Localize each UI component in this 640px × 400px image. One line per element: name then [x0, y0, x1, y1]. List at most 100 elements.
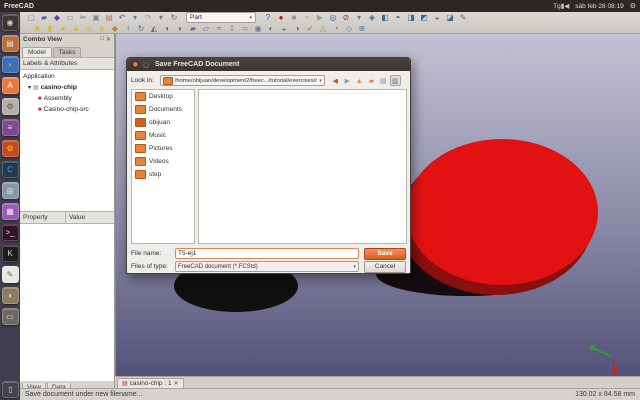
part-sweep-icon[interactable]: ≈: [214, 24, 224, 34]
part-cylinder-icon[interactable]: ▮: [45, 24, 55, 34]
c-app-icon[interactable]: C: [2, 161, 19, 178]
undo-dropdown-caret[interactable]: ▾: [130, 13, 140, 23]
part-compound-icon[interactable]: ◉: [253, 24, 263, 34]
part-shapebuilder-icon[interactable]: ◆: [110, 24, 120, 34]
save-icon[interactable]: ◆: [52, 13, 62, 23]
part-refine-shape-icon[interactable]: ◇: [344, 24, 354, 34]
place-item[interactable]: obijuan: [132, 116, 194, 129]
file-list-area[interactable]: [198, 89, 407, 244]
cut-icon[interactable]: ✂: [78, 13, 88, 23]
keyboard-layout-indicator[interactable]: Tg: [553, 3, 561, 10]
tree-item-document[interactable]: ▾ ▤ casino-chip: [20, 82, 114, 93]
dock-float-icon[interactable]: □: [100, 36, 104, 43]
media-app-icon[interactable]: ▦: [2, 203, 19, 220]
tree-item[interactable]: ■ Casino-chip-src: [20, 104, 114, 115]
place-item[interactable]: Pictures: [132, 142, 194, 155]
part-thickness-icon[interactable]: ◔: [331, 24, 341, 34]
purple-app-icon[interactable]: ≡: [2, 119, 19, 136]
part-boolean-cut-icon[interactable]: ◑: [292, 24, 302, 34]
volume-icon[interactable]: ◀: [564, 3, 569, 10]
place-item[interactable]: Music: [132, 129, 194, 142]
place-item[interactable]: Videos: [132, 155, 194, 168]
part-cross-sections-icon[interactable]: ≍: [240, 24, 250, 34]
dock-close-icon[interactable]: ✕: [106, 36, 111, 43]
view-rear-icon[interactable]: ◩: [419, 13, 429, 23]
clock[interactable]: sáb feb 28 08:19: [575, 3, 623, 10]
part-torus-icon[interactable]: ◎: [84, 24, 94, 34]
document-tab[interactable]: ▤ casino-chip : 1 ✕: [117, 378, 184, 388]
part-loft-icon[interactable]: ▱: [201, 24, 211, 34]
forward-button[interactable]: ▶: [342, 75, 353, 86]
close-icon[interactable]: ✕: [174, 380, 179, 387]
whats-this-icon[interactable]: ?: [263, 13, 273, 23]
inactive-folder-icon[interactable]: ▭: [2, 308, 19, 325]
trash-icon[interactable]: ▯: [2, 381, 19, 398]
dialog-window-button[interactable]: [143, 62, 149, 68]
place-item[interactable]: step: [132, 168, 194, 181]
view-top-icon[interactable]: ◓: [393, 13, 403, 23]
part-extrude-icon[interactable]: ↑: [123, 24, 133, 34]
view-bottom-icon[interactable]: ◒: [432, 13, 442, 23]
gimp-icon[interactable]: ◖: [2, 287, 19, 304]
system-settings-icon[interactable]: ⚙: [2, 98, 19, 115]
ubuntu-dash-icon[interactable]: ◉: [2, 14, 19, 31]
dialog-close-button[interactable]: [132, 61, 139, 68]
part-primitives-icon[interactable]: ◈: [97, 24, 107, 34]
macro-stop-icon[interactable]: ■: [289, 13, 299, 23]
text-editor-icon[interactable]: ✎: [2, 266, 19, 283]
place-item[interactable]: Desktop: [132, 90, 194, 103]
macro-play-icon[interactable]: ▶: [315, 13, 325, 23]
cancel-button[interactable]: Cancel: [364, 261, 406, 273]
part-cone-icon[interactable]: ▲: [71, 24, 81, 34]
open-folder-icon[interactable]: ▰: [39, 13, 49, 23]
browser-swirl-icon[interactable]: ◎: [2, 182, 19, 199]
part-defeaturing-icon[interactable]: ◬: [318, 24, 328, 34]
macro-record-icon[interactable]: ●: [276, 13, 286, 23]
software-center-icon[interactable]: A: [2, 77, 19, 94]
tab-tasks[interactable]: Tasks: [53, 47, 82, 57]
detail-view-button[interactable]: ▥: [390, 75, 401, 86]
tree-item[interactable]: ■ Assembly: [20, 93, 114, 104]
draw-style-icon[interactable]: ⊘: [341, 13, 351, 23]
expander-icon[interactable]: ▾: [28, 84, 31, 92]
part-check-geometry-icon[interactable]: ✓: [305, 24, 315, 34]
redo-dropdown-caret[interactable]: ▾: [156, 13, 166, 23]
labels-attributes-header[interactable]: Labels & Attributes: [20, 57, 114, 70]
tree-item-application[interactable]: Application: [20, 71, 114, 82]
part-boolean-common-icon[interactable]: ◒: [279, 24, 289, 34]
macro-edit-icon[interactable]: ~: [302, 13, 312, 23]
value-column-header[interactable]: Value: [66, 214, 85, 221]
view-front-icon[interactable]: ◧: [380, 13, 390, 23]
list-view-button[interactable]: ▤: [378, 75, 389, 86]
part-box-icon[interactable]: ■: [32, 24, 42, 34]
part-ruled-surface-icon[interactable]: ▰: [188, 24, 198, 34]
part-mirror-icon[interactable]: ◭: [149, 24, 159, 34]
workbench-selector[interactable]: Part ▾: [186, 12, 256, 23]
draw-style-caret[interactable]: ▾: [354, 13, 364, 23]
part-offset-icon[interactable]: ⊕: [357, 24, 367, 34]
firefox-icon[interactable]: ◗: [2, 56, 19, 73]
tab-model[interactable]: Model: [22, 47, 52, 57]
file-name-input[interactable]: T5-ej1: [175, 248, 359, 259]
files-icon[interactable]: ▤: [2, 35, 19, 52]
view-isometric-icon[interactable]: ◈: [367, 13, 377, 23]
property-column-header[interactable]: Property: [20, 212, 66, 223]
part-sphere-icon[interactable]: ●: [58, 24, 68, 34]
refresh-icon[interactable]: ↻: [169, 13, 179, 23]
file-type-combobox[interactable]: FreeCAD document (*.FCStd) ▾: [175, 261, 359, 272]
undo-icon[interactable]: ↶: [117, 13, 127, 23]
dark-terminal-icon[interactable]: K: [2, 245, 19, 262]
part-fillet-icon[interactable]: ◖: [162, 24, 172, 34]
session-gear-icon[interactable]: ⚙: [630, 2, 636, 10]
paste-icon[interactable]: ▤: [104, 13, 114, 23]
up-directory-button[interactable]: ▲: [354, 75, 365, 86]
zoom-fit-all-icon[interactable]: ◎: [328, 13, 338, 23]
new-document-icon[interactable]: ▢: [26, 13, 36, 23]
freecad-launcher-icon[interactable]: ⚙: [2, 140, 19, 157]
copy-icon[interactable]: ▣: [91, 13, 101, 23]
terminal-icon[interactable]: >_: [2, 224, 19, 241]
part-boolean-union-icon[interactable]: ◐: [266, 24, 276, 34]
path-combobox[interactable]: /home/obijuan/development2/freec.../tuto…: [160, 75, 325, 86]
part-revolve-icon[interactable]: ↻: [136, 24, 146, 34]
part-chamfer-icon[interactable]: ◗: [175, 24, 185, 34]
